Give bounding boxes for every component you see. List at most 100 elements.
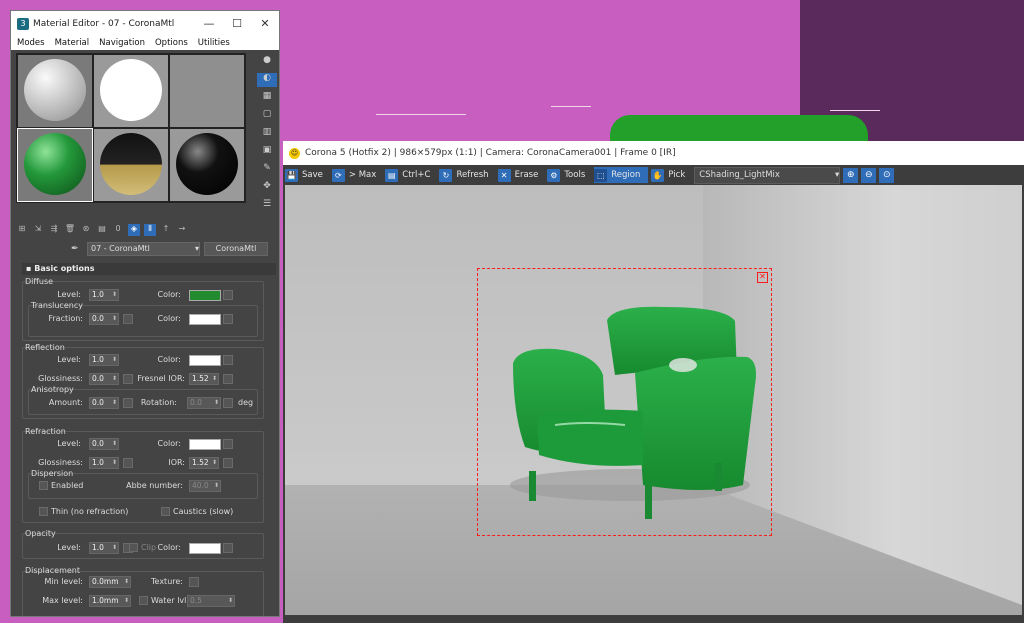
- ior-spinner[interactable]: 1.52 ⬍: [189, 457, 219, 469]
- water-level-spinner[interactable]: 0.5 ⬍: [187, 595, 235, 607]
- refraction-glossiness-spinner[interactable]: 1.0 ⬍: [89, 457, 119, 469]
- make-unique-icon[interactable]: ⊛: [80, 224, 92, 236]
- opacity-color-swatch[interactable]: [189, 543, 221, 554]
- rollout-header[interactable]: ▪ Basic options: [22, 263, 276, 275]
- amount-map-button[interactable]: [123, 398, 133, 408]
- go-forward-icon[interactable]: →: [176, 224, 188, 236]
- sphere-preview: [24, 133, 86, 195]
- vfb-title: Corona 5 (Hotfix 2) | 986×579px (1:1) | …: [305, 148, 676, 158]
- rotation-map-button[interactable]: [223, 398, 233, 408]
- fraction-map-button[interactable]: [123, 314, 133, 324]
- put-to-library-icon[interactable]: ▤: [96, 224, 108, 236]
- diffuse-level-spinner[interactable]: 1.0 ⬍: [89, 289, 119, 301]
- video-color-check-icon[interactable]: ▥: [257, 127, 277, 141]
- refraction-gloss-map-button[interactable]: [123, 458, 133, 468]
- menu-options[interactable]: Options: [155, 38, 188, 48]
- close-region-icon[interactable]: ✕: [757, 272, 768, 283]
- menu-navigation[interactable]: Navigation: [99, 38, 145, 48]
- copy-button[interactable]: ▤ Ctrl+C: [385, 167, 436, 183]
- abbe-number-spinner[interactable]: 40.0 ⬍: [189, 480, 221, 492]
- uv-tiling-icon[interactable]: ▢: [257, 109, 277, 123]
- pick-label: Pick: [668, 170, 686, 180]
- glossiness-map-button[interactable]: [123, 374, 133, 384]
- make-preview-icon[interactable]: ▣: [257, 145, 277, 159]
- dispersion-enabled-checkbox[interactable]: Enabled: [39, 481, 83, 490]
- caustics-checkbox[interactable]: Caustics (slow): [161, 507, 233, 516]
- min-level-spinner[interactable]: 0.0mm ⬍: [89, 576, 131, 588]
- material-name-field[interactable]: 07 - CoronaMtl ▾: [87, 242, 200, 256]
- background-icon[interactable]: ▦: [257, 91, 277, 105]
- material-slot-6[interactable]: [170, 129, 244, 201]
- close-button[interactable]: ✕: [251, 17, 279, 30]
- minimize-button[interactable]: —: [195, 17, 223, 30]
- refraction-level-spinner[interactable]: 0.0 ⬍: [89, 438, 119, 450]
- material-slot-4[interactable]: [17, 128, 93, 202]
- put-to-scene-icon[interactable]: ⇲: [32, 224, 44, 236]
- reflection-glossiness-spinner[interactable]: 0.0 ⬍: [89, 373, 119, 385]
- get-material-icon[interactable]: ⊞: [16, 224, 28, 236]
- render-canvas[interactable]: ✕: [285, 185, 1022, 615]
- opacity-level-spinner[interactable]: 1.0 ⬍: [89, 542, 119, 554]
- send-to-max-button[interactable]: ⟳ > Max: [331, 167, 382, 183]
- options-icon[interactable]: ✎: [257, 163, 277, 177]
- material-slot-3[interactable]: [170, 55, 244, 127]
- eyedropper-icon[interactable]: ✒: [71, 244, 83, 254]
- menu-material[interactable]: Material: [55, 38, 90, 48]
- opacity-color-map-button[interactable]: [223, 543, 233, 553]
- backlight-icon[interactable]: ◐: [257, 73, 277, 87]
- diffuse-map-button[interactable]: [223, 290, 233, 300]
- material-toolbar: ⊞ ⇲ ⇶ 🗑 ⊛ ▤ 0 ◈ ⫴ ↑ →: [16, 223, 274, 237]
- maximize-button[interactable]: ☐: [223, 17, 251, 30]
- refraction-map-button[interactable]: [223, 439, 233, 449]
- texture-map-button[interactable]: [189, 577, 199, 587]
- refraction-color-swatch[interactable]: [189, 439, 221, 450]
- translucency-map-button[interactable]: [223, 314, 233, 324]
- show-in-viewport-icon[interactable]: ◈: [128, 224, 140, 236]
- opacity-level-label: Level:: [57, 543, 81, 552]
- corona-icon: ☺: [289, 147, 300, 159]
- reflection-color-swatch[interactable]: [189, 355, 221, 366]
- show-end-result-icon[interactable]: ⫴: [144, 224, 156, 236]
- max-level-spinner[interactable]: 1.0mm ⬍: [89, 595, 131, 607]
- fresnel-map-button[interactable]: [223, 374, 233, 384]
- ior-map-button[interactable]: [223, 458, 233, 468]
- amount-spinner[interactable]: 0.0 ⬍: [89, 397, 119, 409]
- zoom-fit-icon[interactable]: ⊕: [843, 167, 859, 183]
- material-id-icon[interactable]: 0: [112, 224, 124, 236]
- refresh-button[interactable]: ↻ Refresh: [439, 167, 494, 183]
- select-by-material-icon[interactable]: ✥: [257, 181, 277, 195]
- render-channel-dropdown[interactable]: CShading_LightMix ▾: [694, 166, 841, 184]
- material-slot-5[interactable]: [94, 129, 168, 201]
- material-slot-1[interactable]: [18, 55, 92, 127]
- sample-type-icon[interactable]: ●: [257, 55, 277, 69]
- water-level-checkbox[interactable]: Water lvl.:: [139, 596, 192, 605]
- material-slot-2[interactable]: [94, 55, 168, 127]
- assign-material-icon[interactable]: ⇶: [48, 224, 60, 236]
- rotation-spinner[interactable]: 0.0 ⬍: [187, 397, 221, 409]
- reflection-level-spinner[interactable]: 1.0 ⬍: [89, 354, 119, 366]
- go-to-parent-icon[interactable]: ↑: [160, 224, 172, 236]
- reflection-map-button[interactable]: [223, 355, 233, 365]
- gear-icon: ⚙: [547, 168, 561, 182]
- thin-checkbox[interactable]: Thin (no refraction): [39, 507, 128, 516]
- zoom-in-icon[interactable]: ⊙: [879, 167, 895, 183]
- material-type-button[interactable]: CoronaMtl: [204, 242, 268, 256]
- fraction-spinner[interactable]: 0.0 ⬍: [89, 313, 119, 325]
- save-button[interactable]: 💾 Save: [285, 167, 329, 183]
- spinner-value: 40.0: [192, 481, 209, 490]
- erase-button[interactable]: ✕ Erase: [497, 167, 545, 183]
- material-navigator-icon[interactable]: ☰: [257, 199, 277, 213]
- pick-button[interactable]: ✋ Pick: [651, 167, 691, 183]
- render-region[interactable]: ✕: [477, 268, 772, 536]
- translucency-color-swatch[interactable]: [189, 314, 221, 325]
- diffuse-color-swatch[interactable]: [189, 290, 221, 301]
- delete-icon[interactable]: 🗑: [64, 224, 76, 236]
- menu-modes[interactable]: Modes: [17, 38, 45, 48]
- spinner-value: 1.0: [92, 543, 104, 552]
- tools-button[interactable]: ⚙ Tools: [547, 167, 591, 183]
- fresnel-ior-spinner[interactable]: 1.52 ⬍: [189, 373, 219, 385]
- checkbox-box: [161, 507, 170, 516]
- region-button[interactable]: ⬚ Region: [594, 167, 649, 183]
- menu-utilities[interactable]: Utilities: [198, 38, 230, 48]
- zoom-out-icon[interactable]: ⊖: [861, 167, 877, 183]
